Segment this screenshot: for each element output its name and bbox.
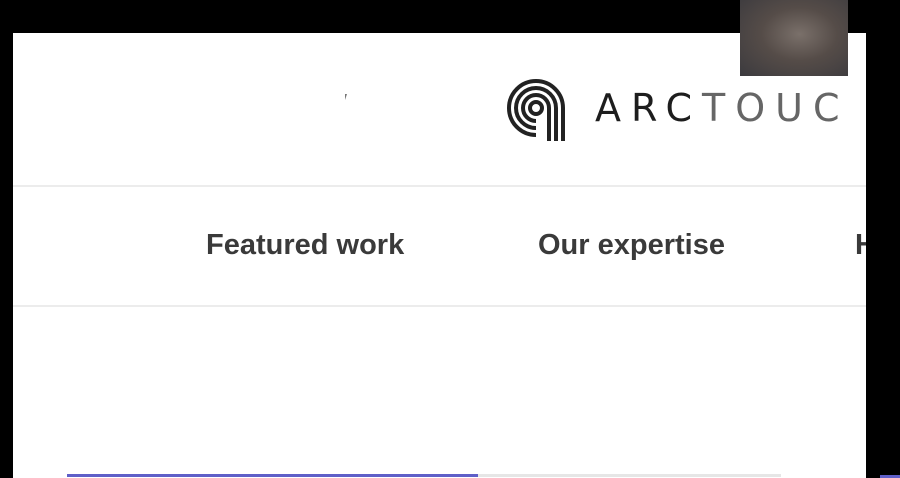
brand-name-dark: ARC bbox=[595, 86, 703, 130]
site-header: ARCTOUC bbox=[13, 33, 866, 187]
web-page: ARCTOUC Featured work Our expertise H bbox=[13, 33, 866, 478]
brand-wordmark: ARCTOUC bbox=[595, 89, 850, 127]
arctouch-swirl-icon bbox=[507, 79, 565, 141]
scroll-progress-track bbox=[67, 474, 781, 477]
screen-frame-left bbox=[0, 0, 13, 478]
nav-item-featured-work[interactable]: Featured work bbox=[206, 229, 404, 262]
brand-name-light: TOUC bbox=[702, 86, 850, 130]
screen-frame-right bbox=[866, 0, 900, 478]
scroll-progress-fill bbox=[67, 474, 478, 477]
webcam-overlay bbox=[740, 0, 848, 76]
main-navigation: Featured work Our expertise H bbox=[13, 187, 866, 307]
mouse-cursor-icon bbox=[345, 94, 347, 100]
arctouch-logo[interactable]: ARCTOUC bbox=[501, 73, 850, 143]
nav-item-our-expertise[interactable]: Our expertise bbox=[538, 229, 725, 262]
nav-item-truncated[interactable]: H bbox=[855, 229, 866, 262]
